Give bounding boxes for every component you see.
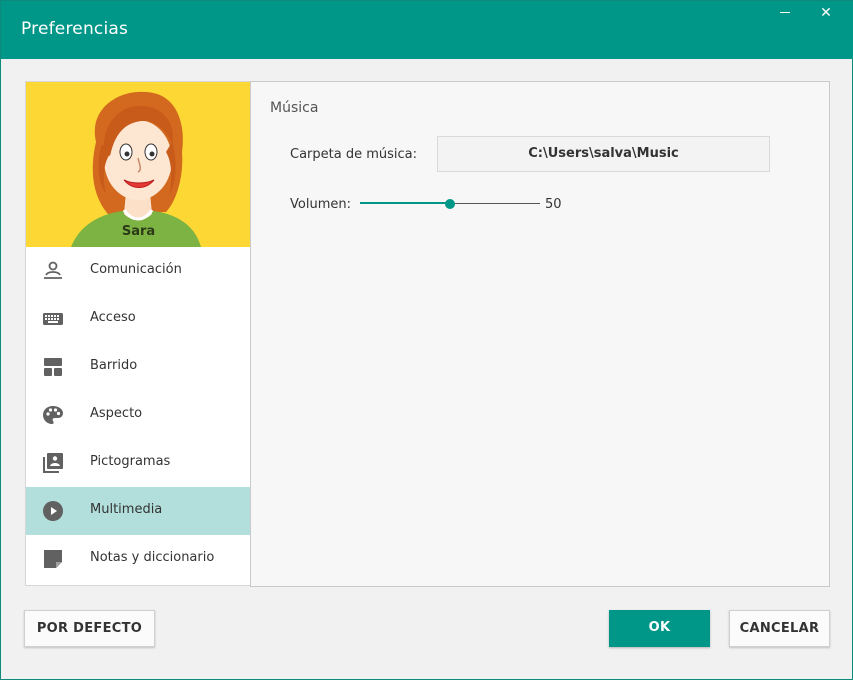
photo-library-icon bbox=[43, 453, 63, 473]
volume-slider[interactable] bbox=[360, 196, 540, 212]
palette-icon bbox=[43, 406, 63, 424]
keyboard-icon bbox=[43, 313, 63, 325]
sidebar-item-comunicacion[interactable]: Comunicación bbox=[26, 247, 250, 295]
sidebar-item-label: Notas y diccionario bbox=[90, 550, 215, 565]
minimize-button[interactable] bbox=[765, 1, 805, 25]
cancel-button[interactable]: CANCELAR bbox=[729, 610, 830, 647]
volume-slider-thumb[interactable] bbox=[445, 199, 455, 209]
person-speaking-icon bbox=[44, 261, 62, 279]
sidebar-item-label: Pictogramas bbox=[90, 454, 171, 469]
volume-value: 50 bbox=[545, 197, 562, 212]
sidebar-item-label: Acceso bbox=[90, 310, 136, 325]
ok-button[interactable]: OK bbox=[609, 610, 710, 647]
sidebar-item-barrido[interactable]: Barrido bbox=[26, 343, 250, 391]
preferences-window: Preferencias ✕ Sara Comunicación Acceso … bbox=[0, 0, 853, 680]
multimedia-panel: Música Carpeta de música: C:\Users\salva… bbox=[250, 81, 830, 587]
sidebar-item-label: Comunicación bbox=[90, 262, 182, 277]
sidebar-item-acceso[interactable]: Acceso bbox=[26, 295, 250, 343]
sidebar-item-label: Multimedia bbox=[90, 502, 163, 517]
volume-label: Volumen: bbox=[290, 197, 351, 212]
sidebar-item-aspecto[interactable]: Aspecto bbox=[26, 391, 250, 439]
user-name: Sara bbox=[121, 224, 156, 239]
sidebar-nav: Comunicación Acceso Barrido Aspecto Pict… bbox=[26, 247, 250, 583]
scan-grid-icon bbox=[44, 358, 62, 376]
sidebar-item-multimedia[interactable]: Multimedia bbox=[26, 487, 250, 535]
music-folder-label: Carpeta de música: bbox=[290, 147, 417, 162]
play-circle-icon bbox=[43, 501, 63, 521]
sidebar-item-pictogramas[interactable]: Pictogramas bbox=[26, 439, 250, 487]
sidebar-item-label: Barrido bbox=[90, 358, 138, 373]
title-bar[interactable]: Preferencias ✕ bbox=[1, 1, 853, 59]
music-folder-field[interactable]: C:\Users\salva\Music bbox=[437, 136, 770, 172]
section-title: Música bbox=[270, 100, 319, 116]
close-button[interactable]: ✕ bbox=[804, 1, 848, 25]
user-avatar[interactable]: Sara bbox=[26, 82, 250, 247]
default-button[interactable]: POR DEFECTO bbox=[24, 610, 155, 647]
close-icon: ✕ bbox=[820, 5, 832, 21]
sidebar-item-notas[interactable]: Notas y diccionario bbox=[26, 535, 250, 583]
volume-slider-fill bbox=[360, 202, 450, 204]
window-title: Preferencias bbox=[21, 19, 129, 39]
sticky-note-icon bbox=[44, 550, 62, 568]
avatar-portrait bbox=[71, 91, 201, 247]
sidebar-item-label: Aspecto bbox=[90, 406, 143, 421]
sidebar: Sara Comunicación Acceso Barrido Aspecto… bbox=[25, 81, 250, 586]
